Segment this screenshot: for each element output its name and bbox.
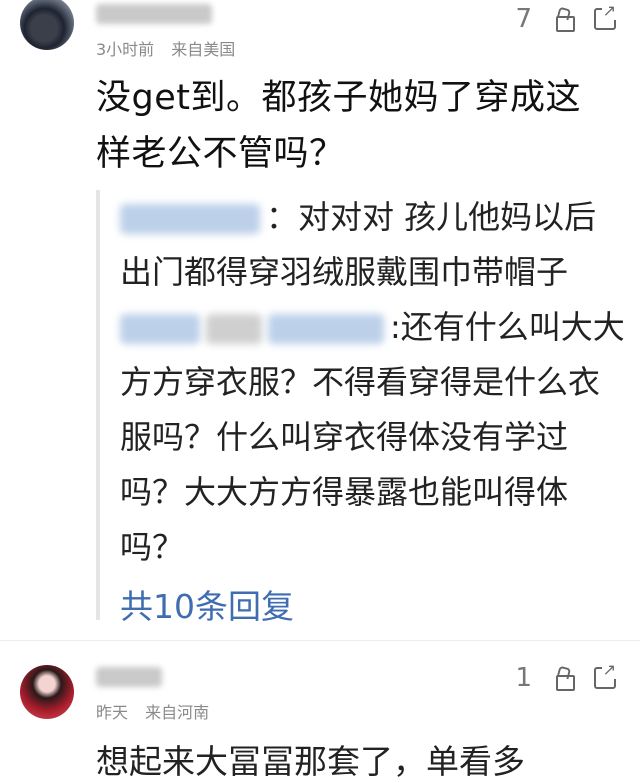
reply-username-blurred[interactable] [120, 204, 260, 234]
comment-location: 来自河南 [145, 703, 210, 722]
comment-item: 昨天 来自河南 1 想起来大冨冨那套了，单看多 [0, 640, 640, 781]
more-replies-link[interactable]: 共10条回复 [120, 579, 626, 635]
comment-content: 没get到。都孩子她妈了穿成这样老公不管吗？ [96, 78, 581, 174]
comment-item: 3小时前 来自美国 7 没get到。都孩子她妈了穿成这样老公不管吗？ ：对对对 … [0, 0, 640, 640]
share-icon[interactable] [594, 1, 617, 30]
share-icon[interactable] [594, 660, 617, 689]
comment-location: 来自美国 [171, 40, 236, 59]
comment-content: 想起来大冨冨那套了，单看多 [96, 742, 525, 781]
reply-thread: ：对对对 孩儿他妈以后出门都得穿羽绒服戴围巾带帽子 :还有什么叫大大方方穿衣服？… [96, 190, 626, 626]
reply-username-blurred[interactable] [120, 314, 200, 344]
username-blurred[interactable] [96, 4, 212, 24]
like-icon[interactable] [552, 667, 575, 691]
like-icon[interactable] [552, 8, 575, 32]
comment-meta: 3小时前 来自美国 [96, 36, 235, 60]
avatar[interactable] [20, 665, 74, 719]
reply-text: :还有什么叫大大方方穿衣服？不得看穿得是什么衣服吗？什么叫穿衣得体没有学过吗？大… [120, 308, 625, 566]
comment-time: 3小时前 [96, 40, 155, 59]
reply-target-blurred[interactable] [268, 314, 384, 344]
like-count: 1 [515, 663, 532, 693]
reply-tag-blurred [206, 314, 262, 344]
username-blurred[interactable] [96, 667, 162, 687]
comment-meta: 昨天 来自河南 [96, 699, 209, 723]
reply-item: :还有什么叫大大方方穿衣服？不得看穿得是什么衣服吗？什么叫穿衣得体没有学过吗？大… [120, 300, 626, 575]
comment-time: 昨天 [96, 703, 129, 722]
like-count: 7 [515, 4, 532, 34]
comment-actions: 7 [515, 1, 617, 34]
comment-actions: 1 [515, 660, 617, 693]
avatar[interactable] [20, 0, 74, 50]
reply-item: ：对对对 孩儿他妈以后出门都得穿羽绒服戴围巾带帽子 [120, 190, 626, 300]
